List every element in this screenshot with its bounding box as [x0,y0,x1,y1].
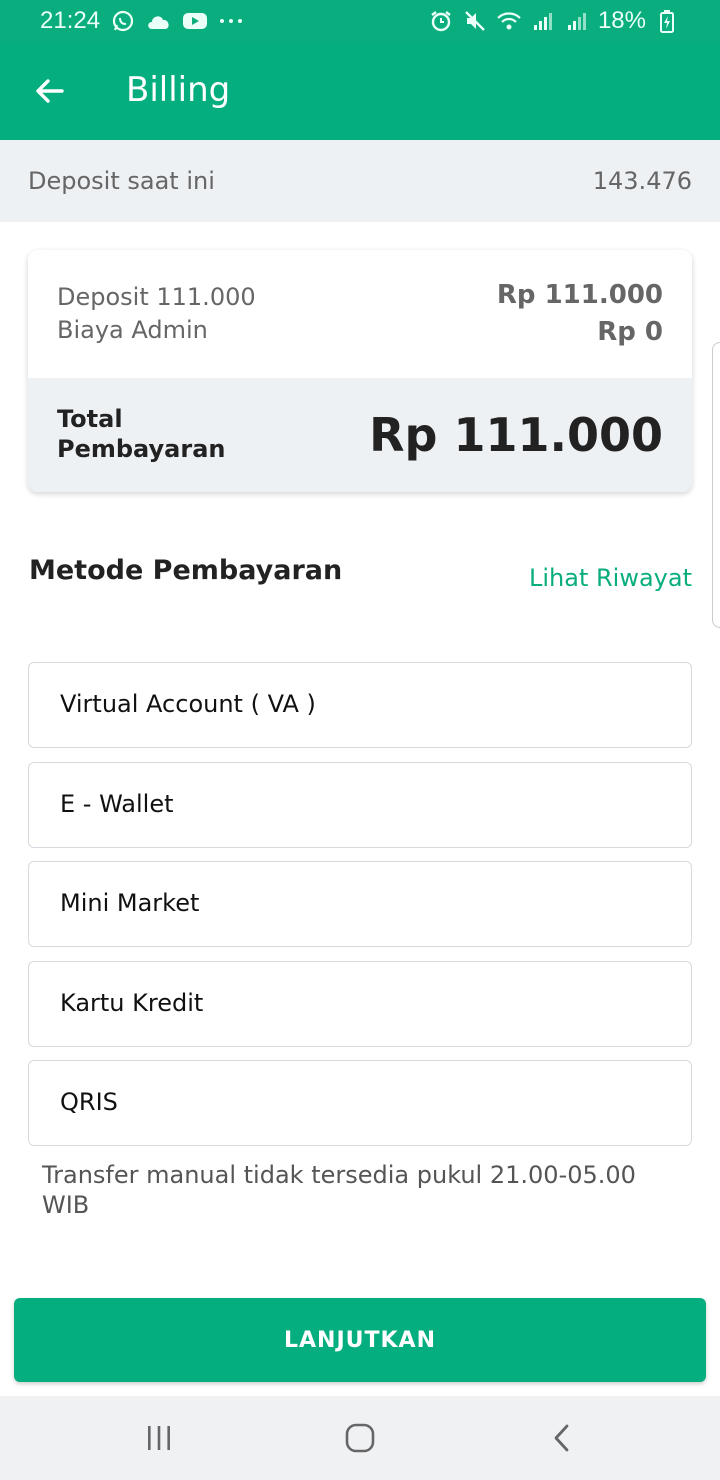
signal-icon [530,8,556,34]
battery-charging-icon [654,8,680,34]
payment-methods-title: Metode Pembayaran [29,555,343,586]
status-bar: 21:24 18% [0,0,720,42]
payment-method-qris[interactable]: QRIS [28,1060,692,1146]
payment-method-label: Kartu Kredit [60,989,204,1017]
mute-icon [462,8,488,34]
payment-method-label: E - Wallet [60,790,174,818]
app-bar: Billing [0,42,720,140]
payment-method-label: QRIS [60,1088,118,1116]
deposit-amount-value: Rp 111.000 [496,280,663,310]
admin-fee-value: Rp 0 [597,317,663,347]
payment-method-credit-card[interactable]: Kartu Kredit [28,961,692,1047]
back-button[interactable] [28,69,72,113]
nav-back-button[interactable] [536,1416,586,1460]
current-deposit-row: Deposit saat ini 143.476 [0,140,720,222]
continue-button[interactable]: LANJUTKAN [14,1298,706,1382]
payment-method-label: Mini Market [60,889,200,917]
alarm-icon [428,8,454,34]
payment-method-virtual-account[interactable]: Virtual Account ( VA ) [28,662,692,748]
status-bar-left: 21:24 [40,7,244,35]
payment-method-e-wallet[interactable]: E - Wallet [28,762,692,848]
recent-apps-icon [148,1426,170,1450]
cloud-icon [146,8,172,34]
summary-total: Total Pembayaran Rp 111.000 [28,378,692,492]
total-payment-value: Rp 111.000 [369,408,663,462]
total-payment-label: Total Pembayaran [57,405,226,463]
system-nav-bar [0,1396,720,1480]
arrow-left-icon [36,79,64,103]
page-title: Billing [126,70,231,110]
current-deposit-value: 143.476 [592,167,692,195]
youtube-icon [182,8,208,34]
scroll-indicator [712,342,720,628]
whatsapp-icon [110,8,136,34]
signal-icon [564,8,590,34]
manual-transfer-notice: Transfer manual tidak tersedia pukul 21.… [42,1161,636,1219]
home-icon [345,1423,375,1453]
payment-method-mini-market[interactable]: Mini Market [28,861,692,947]
home-button[interactable] [335,1416,385,1460]
battery-percent: 18% [597,7,646,34]
status-time: 21:24 [40,7,101,34]
back-icon [554,1424,569,1452]
status-bar-right: 18% [428,7,680,35]
summary-details: Deposit 111.000 Rp 111.000 Biaya Admin R… [28,250,692,378]
more-dots-icon [218,8,244,34]
admin-fee-label: Biaya Admin [57,316,208,344]
continue-button-label: LANJUTKAN [284,1327,436,1353]
payment-method-label: Virtual Account ( VA ) [60,690,316,718]
view-history-link[interactable]: Lihat Riwayat [529,564,692,592]
wifi-icon [496,8,522,34]
recent-apps-button[interactable] [134,1416,184,1460]
current-deposit-label: Deposit saat ini [28,167,215,195]
payment-summary-card: Deposit 111.000 Rp 111.000 Biaya Admin R… [28,250,692,492]
deposit-amount-label: Deposit 111.000 [57,283,256,311]
